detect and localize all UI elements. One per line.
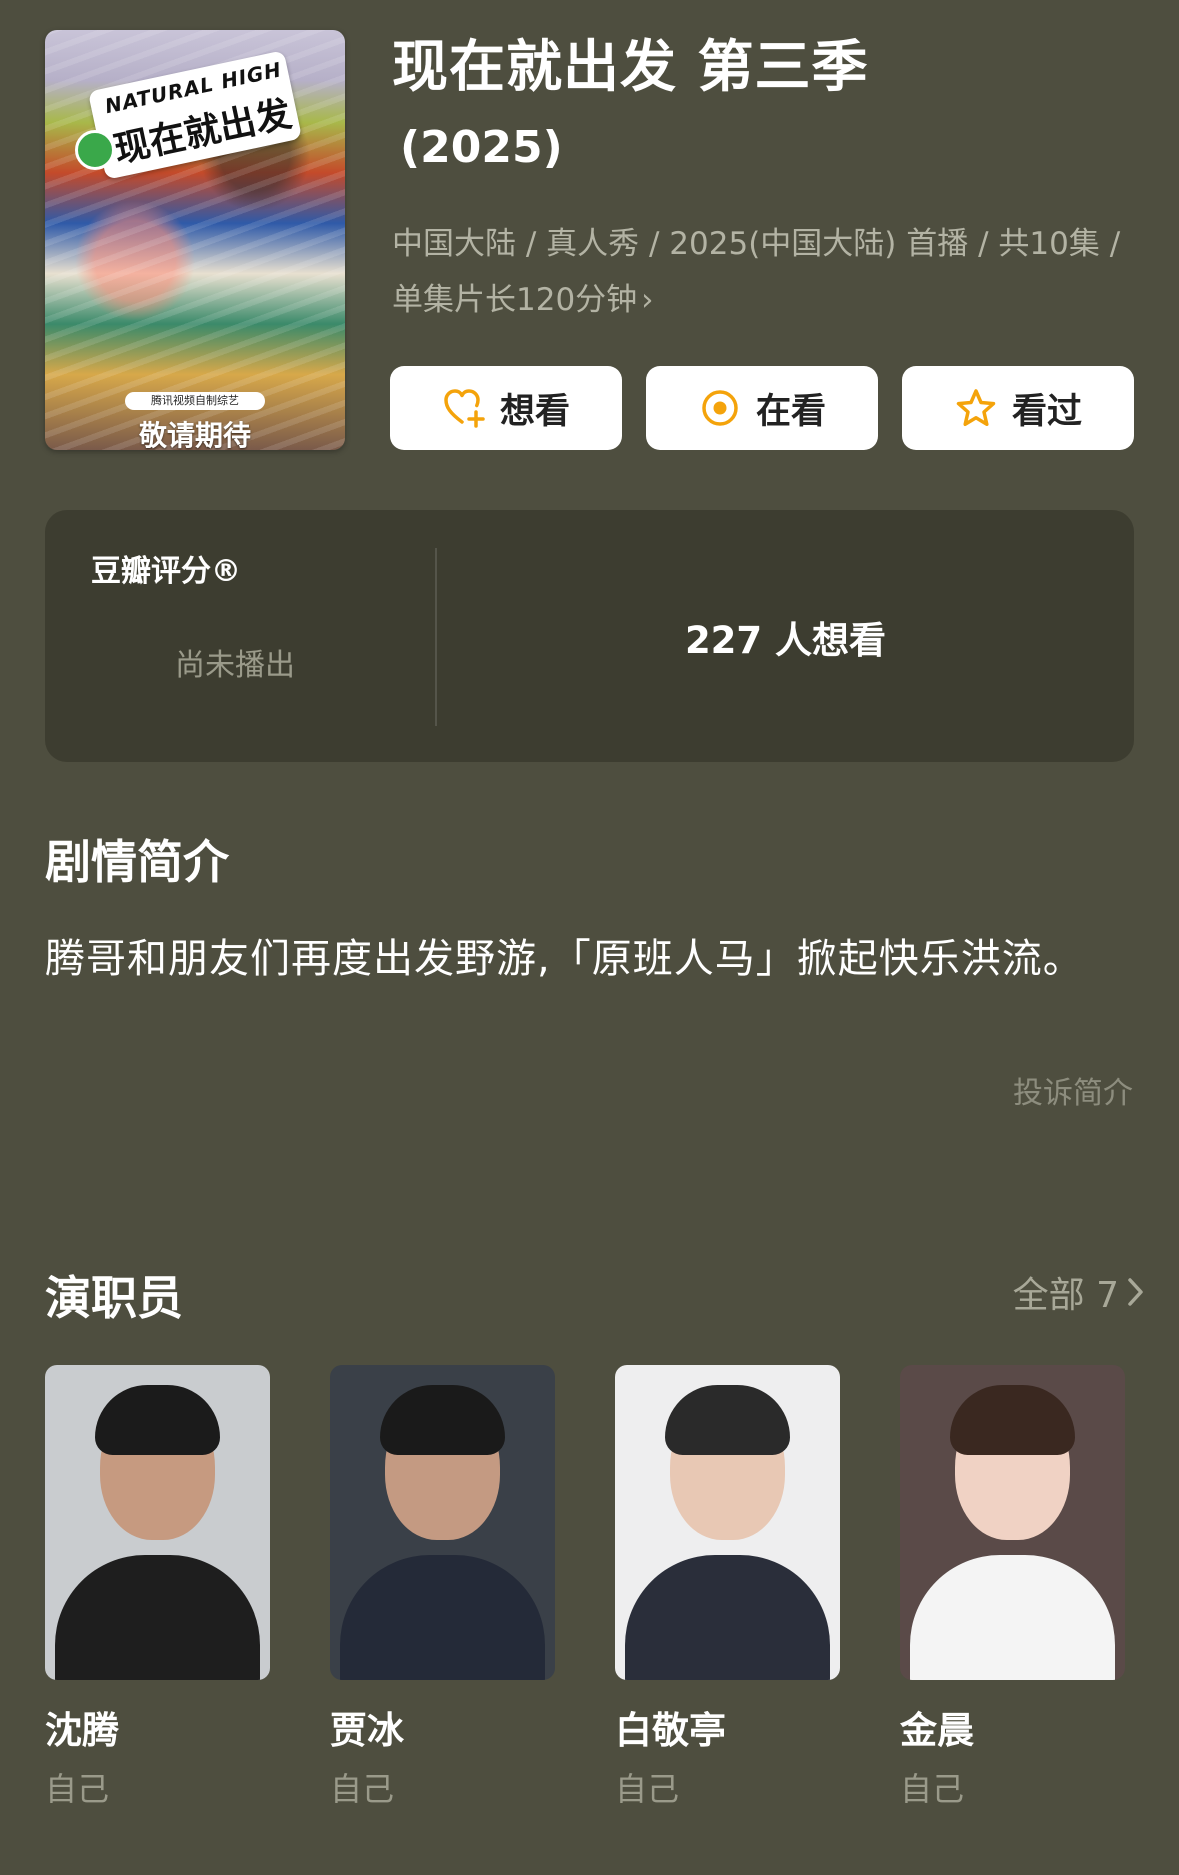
star-icon [956, 389, 996, 427]
cast-heading: 演职员 [45, 1271, 183, 1325]
cast-role: 自己 [45, 1770, 110, 1808]
watching-button[interactable]: 在看 [646, 366, 878, 450]
cast-list: 沈腾 自己 贾冰 自己 白敬亭 自己 金晨 自己 [45, 1365, 1125, 1810]
rating-card[interactable]: 豆瓣评分® 尚未播出 227 人想看 [45, 510, 1134, 762]
cast-member[interactable]: 沈腾 自己 [45, 1365, 270, 1810]
report-synopsis-link[interactable]: 投诉简介 [1013, 1068, 1133, 1112]
cast-role: 自己 [900, 1770, 965, 1808]
target-icon [702, 390, 738, 426]
cast-photo [900, 1365, 1125, 1680]
cast-figure-body [625, 1555, 830, 1680]
cast-name: 白敬亭 [615, 1709, 726, 1752]
poster-badge-icon [75, 130, 115, 170]
meta-info-text: 中国大陆 / 真人秀 / 2025(中国大陆) 首播 / 共10集 / 单集片长… [392, 226, 1121, 318]
rating-status: 尚未播出 [175, 648, 295, 683]
cast-figure-hair [380, 1385, 505, 1455]
cast-name: 金晨 [900, 1709, 974, 1752]
want-to-watch-button[interactable]: 想看 [390, 366, 622, 450]
cast-figure-body [910, 1555, 1115, 1680]
cast-member[interactable]: 贾冰 自己 [330, 1365, 555, 1810]
watching-label: 在看 [755, 391, 826, 432]
cast-member[interactable]: 金晨 自己 [900, 1365, 1125, 1810]
action-bar: 想看 在看 看过 [390, 366, 1134, 450]
cast-role: 自己 [615, 1770, 680, 1808]
cast-role: 自己 [330, 1770, 395, 1808]
chevron-right-icon [1128, 1278, 1143, 1306]
cast-member[interactable]: 白敬亭 自己 [615, 1365, 840, 1810]
cast-figure-hair [665, 1385, 790, 1455]
heart-plus-icon [444, 389, 485, 428]
watched-label: 看过 [1011, 391, 1082, 432]
synopsis-heading: 剧情简介 [45, 835, 229, 889]
cast-photo [615, 1365, 840, 1680]
cast-photo [330, 1365, 555, 1680]
see-all-cast-link[interactable]: 全部 7 [1013, 1266, 1147, 1318]
cast-figure-body [55, 1555, 260, 1680]
poster-tagline: 敬请期待 [138, 419, 251, 450]
cast-figure-hair [950, 1385, 1075, 1455]
page-title: 现在就出发 第三季 [392, 35, 869, 100]
release-year: (2025) [400, 122, 563, 173]
want-count: 227 人想看 [684, 619, 887, 662]
cast-name: 贾冰 [330, 1709, 404, 1752]
watched-button[interactable]: 看过 [902, 366, 1134, 450]
cast-figure-hair [95, 1385, 220, 1455]
chevron-right-icon: › [641, 282, 654, 318]
poster-image[interactable]: NATURAL HIGH 现在就出发 腾讯视频自制综艺 敬请期待 [45, 30, 345, 450]
see-all-label: 全部 7 [1012, 1275, 1119, 1316]
cast-photo [45, 1365, 270, 1680]
meta-info[interactable]: 中国大陆 / 真人秀 / 2025(中国大陆) 首播 / 共10集 / 单集片长… [392, 216, 1132, 328]
rating-label: 豆瓣评分® [91, 554, 241, 589]
cast-name: 沈腾 [45, 1709, 119, 1752]
poster-subtitle: 腾讯视频自制综艺 [125, 392, 265, 410]
want-to-watch-label: 想看 [499, 391, 570, 432]
synopsis-text: 腾哥和朋友们再度出发野游,「原班人马」掀起快乐洪流。 [45, 936, 1084, 982]
cast-figure-body [340, 1555, 545, 1680]
